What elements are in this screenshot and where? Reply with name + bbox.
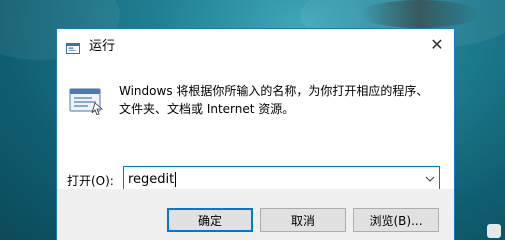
close-button[interactable]: ✕ — [420, 29, 454, 59]
chevron-down-icon[interactable] — [421, 167, 439, 191]
title-bar[interactable]: 运行 ✕ — [57, 29, 454, 59]
description-line: Windows 将根据你所输入的名称，为你打开相应的程序、 — [119, 84, 429, 98]
open-input[interactable]: regedit — [124, 171, 421, 187]
background-swimmer — [360, 0, 480, 28]
description-line: 文件夹、文档或 Internet 资源。 — [119, 102, 295, 116]
browse-button[interactable]: 浏览(B)... — [353, 208, 439, 232]
window-title: 运行 — [89, 38, 116, 54]
text-caret — [175, 171, 177, 187]
close-icon: ✕ — [430, 34, 444, 54]
description-text: Windows 将根据你所输入的名称，为你打开相应的程序、 文件夹、文档或 In… — [119, 82, 449, 118]
ok-button[interactable]: 确定 — [167, 208, 253, 232]
desktop-background: 运行 ✕ Windows 将根据你所输入的名称，为你打开相应的程序、 文件夹、文… — [0, 0, 505, 240]
button-bar: 确定 取消 浏览(B)... — [57, 189, 454, 240]
open-input-value: regedit — [128, 171, 175, 187]
run-dialog: 运行 ✕ Windows 将根据你所输入的名称，为你打开相应的程序、 文件夹、文… — [56, 28, 455, 240]
run-dialog-icon — [66, 39, 80, 54]
open-label: 打开(O): — [67, 174, 114, 188]
run-program-icon — [69, 85, 104, 116]
watermark-icon — [487, 224, 501, 238]
cancel-button[interactable]: 取消 — [260, 208, 346, 232]
